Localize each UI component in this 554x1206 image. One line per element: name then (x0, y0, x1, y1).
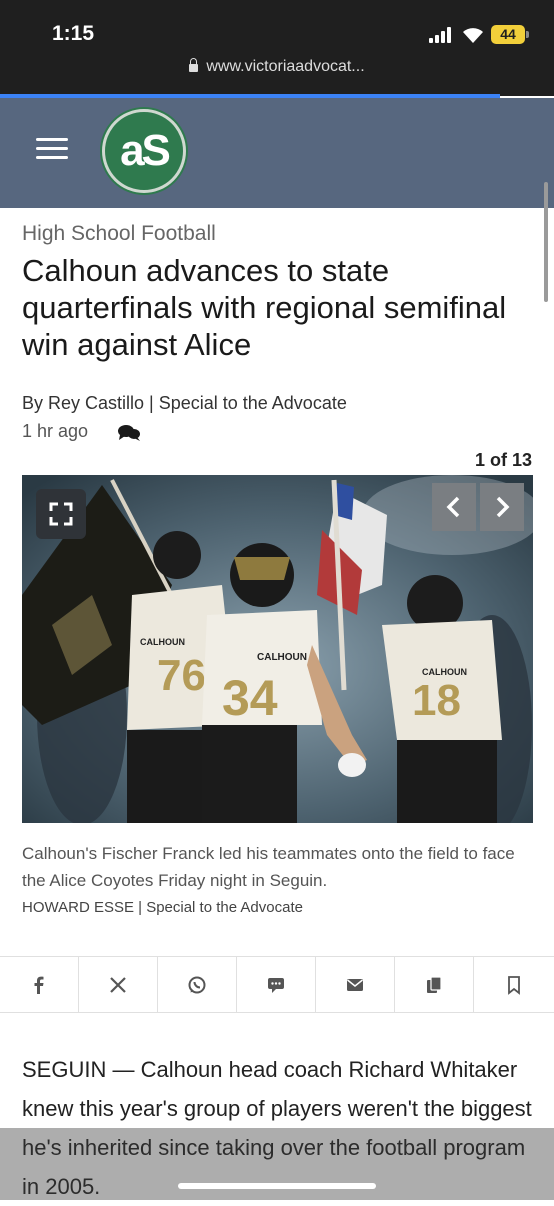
share-sms-button[interactable] (237, 957, 316, 1012)
copy-link-button[interactable] (395, 957, 474, 1012)
article-headline: Calhoun advances to state quarterfinals … (22, 253, 507, 362)
gallery-photo[interactable]: 76 CALHOUN 18 CALHOUN 34 CALHOUN (22, 475, 533, 823)
lock-icon (189, 58, 199, 72)
scrollbar[interactable] (544, 182, 548, 302)
share-email-button[interactable] (316, 957, 395, 1012)
sms-icon (268, 977, 284, 993)
article-category[interactable]: High School Football (22, 222, 216, 246)
share-whatsapp-button[interactable] (158, 957, 237, 1012)
next-photo-button[interactable] (480, 483, 524, 531)
menu-icon[interactable] (36, 138, 68, 160)
url-bar[interactable]: www.victoriaadvocat... (0, 58, 554, 76)
jersey-text-left: CALHOUN (140, 637, 185, 647)
previous-photo-button[interactable] (432, 483, 476, 531)
wifi-icon (463, 28, 483, 43)
bookmark-button[interactable] (474, 957, 553, 1012)
article-timestamp: 1 hr ago (22, 421, 89, 441)
share-x-button[interactable] (79, 957, 158, 1012)
status-time: 1:15 (52, 22, 95, 45)
jersey-text-center: CALHOUN (257, 652, 307, 663)
facebook-icon (34, 976, 44, 994)
browser-bottom-overlay (0, 1128, 554, 1200)
jersey-number-76: 76 (157, 651, 206, 700)
article-byline: By Rey Castillo | Special to the Advocat… (22, 393, 347, 413)
gallery-counter: 1 of 13 (474, 450, 532, 470)
email-icon (347, 978, 363, 991)
share-bar (0, 956, 554, 1013)
photo-caption: Calhoun's Fischer Franck led his teammat… (22, 844, 515, 890)
chevron-right-icon (496, 496, 510, 518)
expand-icon (49, 502, 73, 526)
jersey-number-34: 34 (222, 670, 278, 726)
jersey-text-right: CALHOUN (422, 667, 467, 677)
chevron-left-icon (446, 496, 460, 518)
site-header: aS (0, 98, 554, 208)
comments-icon[interactable] (117, 424, 141, 442)
x-icon (110, 976, 126, 993)
photo-credit: HOWARD ESSE | Special to the Advocate (22, 899, 303, 916)
battery-icon: 44 (491, 25, 525, 44)
bookmark-icon (507, 975, 520, 995)
share-facebook-button[interactable] (0, 957, 79, 1012)
home-indicator[interactable] (178, 1183, 376, 1189)
jersey-number-18: 18 (412, 676, 461, 725)
signal-icon (429, 27, 455, 43)
url-text: www.victoriaadvocat... (206, 58, 365, 75)
status-bar: 1:15 44 www.victoriaadvocat... (0, 0, 554, 96)
copy-icon (427, 975, 442, 993)
whatsapp-icon (188, 976, 206, 993)
fullscreen-button[interactable] (36, 489, 86, 539)
site-logo[interactable]: aS (102, 109, 186, 193)
